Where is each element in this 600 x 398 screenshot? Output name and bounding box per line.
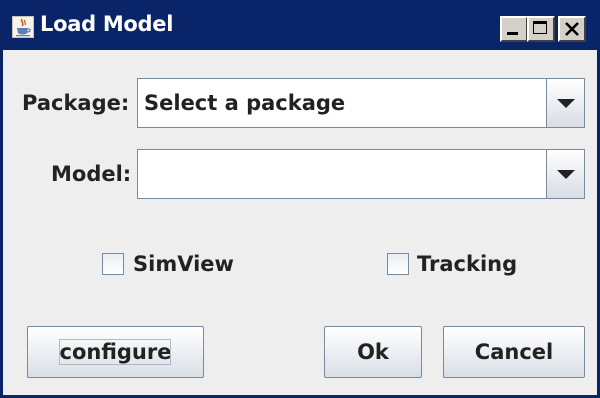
minimize-button[interactable] — [500, 16, 528, 42]
title-bar[interactable]: Load Model — [3, 0, 600, 50]
package-dropdown-button[interactable] — [546, 79, 584, 127]
package-select-value: Select a package — [144, 91, 346, 115]
chevron-down-icon — [557, 99, 575, 108]
configure-button-label: configure — [59, 340, 172, 364]
cancel-button[interactable]: Cancel — [443, 326, 585, 378]
window-title: Load Model — [40, 12, 174, 36]
model-dropdown-button[interactable] — [546, 150, 584, 198]
maximize-icon — [533, 21, 547, 34]
cancel-button-label: Cancel — [474, 340, 554, 364]
tracking-checkbox[interactable] — [387, 253, 409, 275]
package-select[interactable]: Select a package — [137, 78, 585, 128]
load-model-dialog: Load Model Package: Select a package Mod… — [0, 0, 600, 398]
model-select[interactable] — [137, 149, 585, 199]
maximize-button[interactable] — [527, 16, 555, 42]
java-cup-icon — [12, 16, 34, 38]
minimize-icon — [507, 32, 518, 35]
tracking-label[interactable]: Tracking — [417, 252, 517, 276]
simview-label[interactable]: SimView — [133, 252, 234, 276]
ok-button-label: Ok — [357, 340, 389, 364]
close-button[interactable] — [558, 16, 586, 42]
simview-checkbox[interactable] — [102, 253, 124, 275]
ok-button[interactable]: Ok — [324, 326, 422, 378]
package-label: Package: — [22, 91, 130, 115]
chevron-down-icon — [557, 170, 575, 179]
configure-button[interactable]: configure — [27, 326, 204, 378]
close-icon — [565, 22, 579, 36]
model-label: Model: — [51, 162, 132, 186]
